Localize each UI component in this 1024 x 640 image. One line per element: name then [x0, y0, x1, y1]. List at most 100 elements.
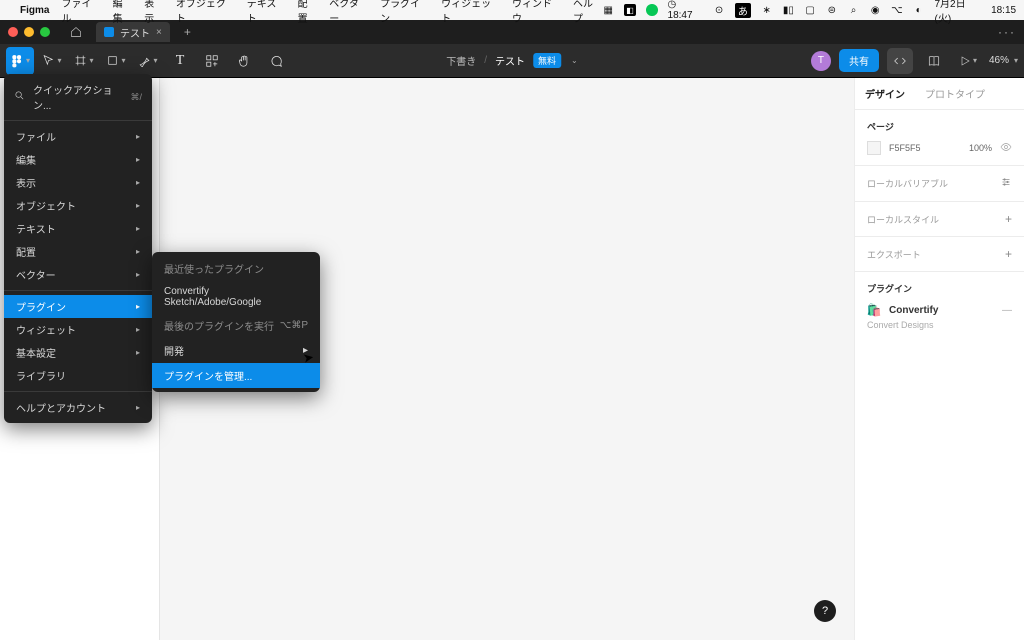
screen-mirror-icon[interactable]: ▢: [804, 4, 816, 16]
comment-icon: [269, 54, 283, 68]
home-button[interactable]: [64, 22, 88, 42]
mac-menu-item[interactable]: ファイル: [61, 0, 100, 25]
zoom-control[interactable]: 46%▾: [989, 55, 1018, 66]
menu-library[interactable]: ライブラリ: [4, 364, 152, 387]
menu-basic-settings[interactable]: 基本設定▸: [4, 341, 152, 364]
resources-tool[interactable]: [198, 47, 226, 75]
main-menu-button[interactable]: ▾: [6, 47, 34, 75]
bluetooth-icon[interactable]: ∗: [761, 4, 773, 16]
devmode-button[interactable]: [887, 48, 913, 74]
plugin-row[interactable]: 🛍️ Convertify —: [867, 303, 1012, 317]
chevron-down-icon[interactable]: ⌄: [571, 56, 578, 65]
hand-tool[interactable]: [230, 47, 258, 75]
visibility-toggle[interactable]: [1000, 141, 1012, 155]
mac-date[interactable]: 7月2日(火): [934, 0, 981, 25]
battery-icon[interactable]: ▮▯: [783, 4, 795, 16]
mac-menu-item[interactable]: テキスト: [247, 0, 286, 25]
line-icon[interactable]: [646, 4, 658, 16]
tab-prototype[interactable]: プロトタイプ: [915, 78, 995, 109]
mac-menu-item[interactable]: 編集: [113, 0, 133, 25]
submenu-dev[interactable]: 開発▸: [152, 338, 320, 363]
bg-hex[interactable]: F5F5F5: [889, 143, 921, 153]
menu-view[interactable]: 表示▸: [4, 171, 152, 194]
close-window-button[interactable]: [8, 27, 18, 37]
submenu-convertify[interactable]: Convertify Sketch/Adobe/Google: [152, 281, 320, 313]
menu-object[interactable]: オブジェクト▸: [4, 194, 152, 217]
file-tab[interactable]: テスト ×: [96, 22, 170, 42]
add-style-button[interactable]: +: [1005, 212, 1012, 226]
mac-clock[interactable]: 18:15: [991, 5, 1016, 16]
input-lang[interactable]: あ: [735, 3, 751, 18]
present-button[interactable]: ▾: [955, 48, 981, 74]
toolbar-right: T 共有 ▾ 46%▾: [811, 48, 1018, 74]
user-avatar[interactable]: T: [811, 51, 831, 71]
file-name[interactable]: テスト: [495, 53, 525, 68]
siri-icon[interactable]: ◐: [913, 4, 925, 16]
mac-menu-item[interactable]: 配置: [298, 0, 318, 25]
menu-help[interactable]: ヘルプとアカウント▸: [4, 396, 152, 419]
search-icon: [14, 90, 25, 104]
page-title: ページ: [867, 120, 1012, 133]
mac-menu-item[interactable]: ウィンドウ: [512, 0, 561, 25]
local-variables-section[interactable]: ローカルバリアブル: [855, 166, 1024, 202]
play-icon[interactable]: ⊙: [713, 4, 725, 16]
square-icon: [106, 54, 119, 67]
export-section[interactable]: エクスポート +: [855, 237, 1024, 272]
play-icon: [959, 55, 971, 67]
remove-plugin-button[interactable]: —: [1002, 305, 1012, 316]
new-tab-button[interactable]: +: [178, 25, 197, 39]
menu-widgets[interactable]: ウィジェット▸: [4, 318, 152, 341]
menu-vector[interactable]: ベクター▸: [4, 263, 152, 286]
help-fab[interactable]: ?: [814, 600, 836, 622]
minimize-window-button[interactable]: [24, 27, 34, 37]
menu-arrange[interactable]: 配置▸: [4, 240, 152, 263]
plan-badge[interactable]: 無料: [533, 53, 561, 68]
timer-icon[interactable]: ◷ 18:47: [668, 0, 704, 21]
mac-menu-item[interactable]: 表示: [144, 0, 164, 25]
submenu-manage-plugins[interactable]: プラグインを管理...: [152, 363, 320, 388]
design-panel: デザイン プロトタイプ ページ F5F5F5 100% ローカルバリアブル: [854, 78, 1024, 640]
app-icon[interactable]: ◧: [624, 4, 636, 16]
library-button[interactable]: [921, 48, 947, 74]
mac-menu-item[interactable]: ウィジェット: [441, 0, 500, 25]
wifi-icon[interactable]: ⊜: [826, 4, 838, 16]
shape-tool[interactable]: ▾: [102, 47, 130, 75]
quick-action-row[interactable]: クイックアクション... ⌘/: [4, 78, 152, 116]
file-status[interactable]: 下書き: [446, 53, 476, 68]
move-tool[interactable]: ▾: [38, 47, 66, 75]
traffic-lights: [8, 27, 50, 37]
book-icon: [927, 54, 941, 68]
pen-icon: [138, 54, 151, 67]
text-tool[interactable]: T: [166, 47, 194, 75]
users-icon[interactable]: ◉: [869, 4, 881, 16]
zoom-window-button[interactable]: [40, 27, 50, 37]
share-button[interactable]: 共有: [839, 49, 879, 72]
mac-menu-item[interactable]: プラグイン: [380, 0, 429, 25]
spotlight-icon[interactable]: ⌕: [848, 4, 860, 16]
mac-menu-item[interactable]: オブジェクト: [176, 0, 235, 25]
bg-swatch[interactable]: [867, 141, 881, 155]
menu-file[interactable]: ファイル▸: [4, 125, 152, 148]
control-center-icon[interactable]: ⌥: [891, 4, 903, 16]
tab-close-button[interactable]: ×: [156, 27, 162, 38]
disk-icon[interactable]: ▦: [602, 4, 614, 16]
main-menu: クイックアクション... ⌘/ ファイル▸ 編集▸ 表示▸ オブジェクト▸ テキ…: [4, 74, 152, 423]
menu-plugins[interactable]: プラグイン▸: [4, 295, 152, 318]
mac-menubar-left: Figma ファイル 編集 表示 オブジェクト テキスト 配置 ベクター プラグ…: [8, 0, 602, 25]
menu-text[interactable]: テキスト▸: [4, 217, 152, 240]
local-styles-section[interactable]: ローカルスタイル +: [855, 202, 1024, 237]
code-icon: [893, 54, 907, 68]
mac-app-name[interactable]: Figma: [20, 5, 49, 16]
settings-icon[interactable]: [1000, 176, 1012, 191]
menu-edit[interactable]: 編集▸: [4, 148, 152, 171]
pen-tool[interactable]: ▾: [134, 47, 162, 75]
tab-title: テスト: [120, 25, 150, 40]
add-export-button[interactable]: +: [1005, 247, 1012, 261]
mac-menu-item[interactable]: ヘルプ: [573, 0, 602, 25]
mac-menu-item[interactable]: ベクター: [329, 0, 368, 25]
comment-tool[interactable]: [262, 47, 290, 75]
bg-opacity[interactable]: 100%: [969, 143, 992, 153]
frame-tool[interactable]: ▾: [70, 47, 98, 75]
window-more-button[interactable]: ···: [998, 25, 1016, 39]
tab-design[interactable]: デザイン: [855, 78, 915, 109]
